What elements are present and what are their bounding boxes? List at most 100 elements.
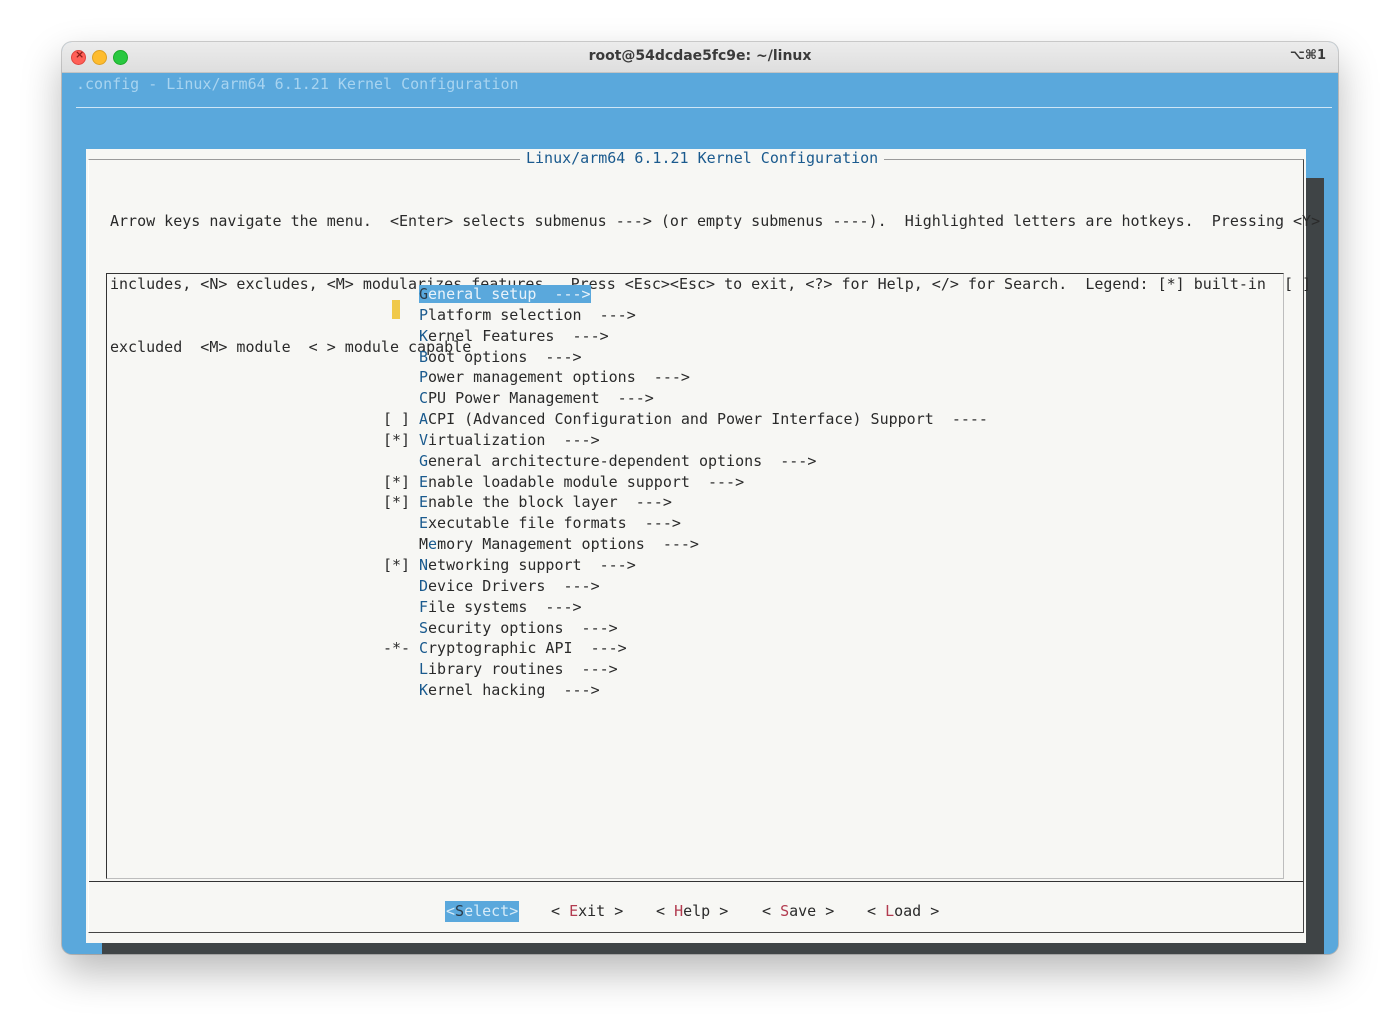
menu-item-label: oot options ---> [428, 347, 582, 366]
menu-item[interactable]: General setup ---> [383, 284, 988, 319]
menu-item-hotkey: C [419, 389, 429, 408]
menu-item-hotkey: e [428, 535, 438, 554]
menu-item-label: ernel hacking ---> [428, 681, 600, 700]
menu-item-hotkey: V [419, 430, 429, 449]
menu-item-text: Enable the block layer ---> [419, 493, 672, 511]
exit-button[interactable]: < Exit > [551, 901, 623, 922]
menu-item[interactable]: [*] Networking support ---> [383, 555, 988, 576]
back-title-underline [76, 107, 1332, 108]
button-label: elect [464, 902, 510, 920]
menu-item-hotkey: P [419, 305, 429, 324]
menu-item-text: ACPI (Advanced Configuration and Power I… [419, 410, 988, 428]
menu-item[interactable]: -*- Cryptographic API ---> [383, 638, 988, 659]
menu-item[interactable]: [ ] ACPI (Advanced Configuration and Powe… [383, 409, 988, 430]
button-bracket: > [816, 902, 835, 920]
menu-item-label: PU Power Management ---> [428, 389, 654, 408]
menu-item[interactable]: Power management options ---> [383, 367, 988, 388]
menu-item-text: Power management options ---> [419, 368, 690, 386]
menu-item-text: Kernel Features ---> [419, 327, 609, 345]
menu-item[interactable]: File systems ---> [383, 597, 988, 618]
menu-item-text: Kernel hacking ---> [419, 681, 600, 699]
menu-item-hotkey: S [419, 618, 429, 637]
menu-item-text: Boot options ---> [419, 348, 582, 366]
menu-item-label: xecutable file formats ---> [428, 514, 681, 533]
menu-item[interactable]: Platform selection ---> [383, 305, 988, 326]
select-button[interactable]: <Select> [445, 901, 520, 922]
button-hotkey: L [885, 902, 895, 920]
load-button[interactable]: < Load > [867, 901, 939, 922]
menu-item-hotkey: N [419, 555, 429, 574]
menu-item-label: etworking support ---> [428, 555, 636, 574]
menu-item-state: [*] [383, 430, 411, 449]
menu-item[interactable]: Library routines ---> [383, 659, 988, 680]
menu-item-hotkey: A [419, 410, 429, 429]
menu-item-state: [*] [383, 472, 411, 491]
menu-item-state: [*] [383, 555, 411, 574]
save-button[interactable]: < Save > [762, 901, 834, 922]
button-bar: <Select> < Exit > < Help > < Save > < Lo… [86, 901, 1306, 923]
menu-item[interactable]: [*] Virtualization ---> [383, 430, 988, 451]
button-bracket: < [656, 902, 675, 920]
menu-item-text: Enable loadable module support ---> [419, 473, 744, 491]
menu-item-label: ernel Features ---> [428, 326, 609, 345]
menu-item-state: -*- [383, 639, 411, 658]
menu-item-hotkey: K [419, 326, 429, 345]
menu-item-hotkey: E [419, 514, 429, 533]
menu-item-state: [ ] [383, 410, 411, 429]
menu-item-text: CPU Power Management ---> [419, 389, 654, 407]
menu-item[interactable]: [*] Enable the block layer ---> [383, 492, 988, 513]
menu-item[interactable]: [*] Enable loadable module support ---> [383, 472, 988, 493]
menu-item-label: ower management options ---> [428, 368, 690, 387]
menu-item-hotkey: G [419, 285, 429, 303]
button-bracket: < [762, 902, 781, 920]
menu-item-label: nable loadable module support ---> [428, 472, 745, 491]
menu-item[interactable]: Kernel Features ---> [383, 326, 988, 347]
menu-item-text: Executable file formats ---> [419, 514, 681, 532]
menu-item[interactable]: Boot options ---> [383, 347, 988, 368]
menu-item-text: Library routines ---> [419, 660, 618, 678]
menu-item-label: latform selection ---> [428, 305, 636, 324]
menu-item-label: mory Management options ---> [437, 535, 699, 554]
back-title: .config - Linux/arm64 6.1.21 Kernel Conf… [76, 75, 519, 93]
menu-item[interactable]: Device Drivers ---> [383, 576, 988, 597]
terminal-window: root@54dcdae5fc9e: ~/linux ⌥⌘1 .config -… [62, 42, 1338, 954]
menu-item-text: General setup ---> [419, 285, 591, 303]
help-line: Arrow keys navigate the menu. <Enter> se… [110, 212, 1321, 230]
menu-item-label: ryptographic API ---> [428, 639, 627, 658]
title-bar[interactable]: root@54dcdae5fc9e: ~/linux ⌥⌘1 [62, 42, 1338, 73]
help-button[interactable]: < Help > [656, 901, 728, 922]
menu-item-hotkey: E [419, 472, 429, 491]
menu-item-label: irtualization ---> [428, 430, 600, 449]
menu-item[interactable]: CPU Power Management ---> [383, 388, 988, 409]
menu-item[interactable]: Kernel hacking ---> [383, 680, 988, 701]
menu-item-text: Cryptographic API ---> [419, 639, 627, 657]
menu-item-label: CPI (Advanced Configuration and Power In… [428, 410, 988, 429]
button-hotkey: S [780, 902, 790, 920]
menu-item[interactable]: Executable file formats ---> [383, 513, 988, 534]
button-bracket: > [921, 902, 940, 920]
menu-item-text: Device Drivers ---> [419, 577, 600, 595]
button-hotkey: H [674, 902, 684, 920]
menu-list: General setup ---> Platform selection ---… [383, 284, 988, 701]
menu-item-label: evice Drivers ---> [428, 576, 600, 595]
window-shortcut: ⌥⌘1 [1289, 48, 1326, 63]
dialog-shadow-right [1306, 178, 1324, 954]
button-bracket: < [446, 902, 456, 920]
terminal-screen[interactable]: .config - Linux/arm64 6.1.21 Kernel Conf… [62, 73, 1338, 954]
menu-item-hotkey: G [419, 451, 429, 470]
menu-item-text: General architecture-dependent options -… [419, 452, 816, 470]
button-separator [89, 881, 1303, 882]
menu-item[interactable]: Memory Management options ---> [383, 534, 988, 555]
menu-item[interactable]: Security options ---> [383, 618, 988, 639]
button-label: xit [578, 902, 606, 920]
button-hotkey: S [455, 902, 465, 920]
menu-item-hotkey: F [419, 597, 429, 616]
menu-item[interactable]: General architecture-dependent options -… [383, 451, 988, 472]
button-bracket: > [509, 902, 519, 920]
menu-item-text: File systems ---> [419, 598, 582, 616]
button-label: elp [683, 902, 711, 920]
window-title: root@54dcdae5fc9e: ~/linux [588, 48, 812, 64]
menu-item-state: [*] [383, 493, 411, 512]
menu-item-hotkey: P [419, 368, 429, 387]
menu-item-label: ecurity options ---> [428, 618, 618, 637]
